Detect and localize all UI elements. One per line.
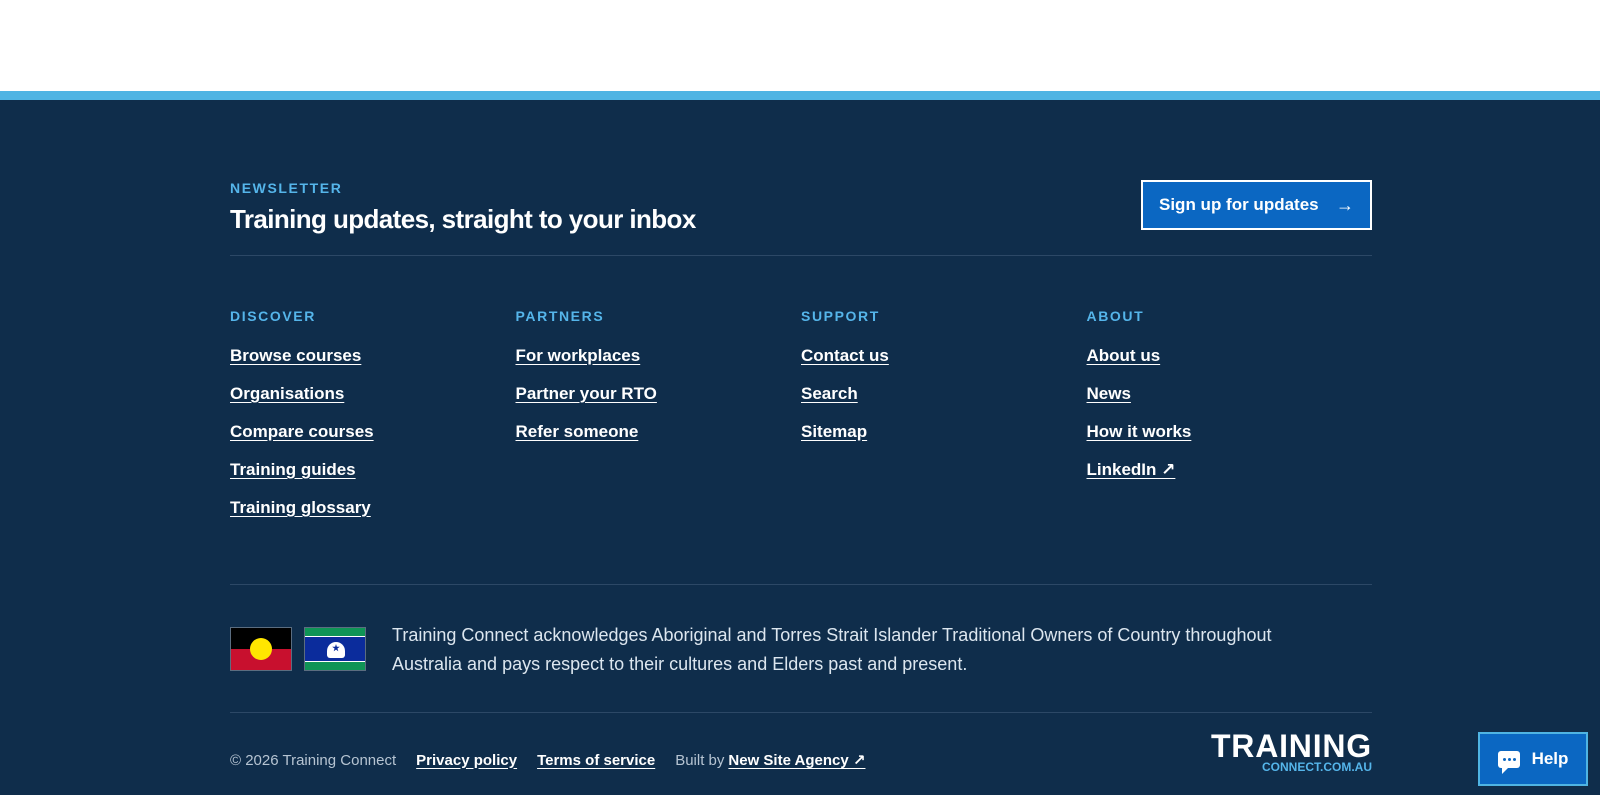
acknowledgement-section: Training Connect acknowledges Aboriginal… (230, 625, 1372, 679)
footer-nav: DISCOVER Browse courses Organisations Co… (230, 308, 1372, 536)
acknowledgement-text: Training Connect acknowledges Aboriginal… (392, 625, 1272, 674)
column-heading: SUPPORT (801, 308, 880, 324)
link-partner-your-rto[interactable]: Partner your RTO (516, 384, 802, 422)
site-footer: NEWSLETTER Training updates, straight to… (0, 91, 1600, 795)
training-connect-logo[interactable]: TRAINING CONNECT.COM.AU (1211, 730, 1372, 773)
link-how-it-works[interactable]: How it works (1087, 422, 1373, 460)
nav-divider (230, 584, 1372, 585)
torres-strait-islander-flag-icon (304, 627, 366, 671)
link-search[interactable]: Search (801, 384, 1087, 422)
link-about-us[interactable]: About us (1087, 346, 1373, 384)
link-contact-us[interactable]: Contact us (801, 346, 1087, 384)
newsletter-divider (230, 255, 1372, 256)
link-for-workplaces[interactable]: For workplaces (516, 346, 802, 384)
signup-button-label: Sign up for updates (1159, 195, 1319, 214)
link-linkedin[interactable]: LinkedIn ↗ (1087, 460, 1373, 498)
signup-button[interactable]: Sign up for updates → (1141, 180, 1372, 230)
link-compare-courses[interactable]: Compare courses (230, 422, 516, 460)
built-by-label: Built by (675, 752, 725, 769)
nav-column-about: ABOUT About us News How it works LinkedI… (1087, 308, 1373, 536)
nav-column-partners: PARTNERS For workplaces Partner your RTO… (516, 308, 802, 536)
footer-bottom-bar: © 2026 Training Connect Privacy policy T… (230, 730, 1372, 780)
chat-bubble-icon (1497, 750, 1520, 774)
link-refer-someone[interactable]: Refer someone (516, 422, 802, 460)
copyright-text: © 2026 Training Connect (230, 751, 397, 769)
link-training-guides[interactable]: Training guides (230, 460, 516, 498)
nav-column-discover: DISCOVER Browse courses Organisations Co… (230, 308, 516, 536)
help-button[interactable]: Help (1478, 732, 1588, 786)
ack-divider (230, 712, 1372, 713)
link-training-glossary[interactable]: Training glossary (230, 498, 516, 536)
link-sitemap[interactable]: Sitemap (801, 422, 1087, 460)
link-browse-courses[interactable]: Browse courses (230, 346, 516, 384)
column-heading: PARTNERS (515, 308, 605, 324)
link-organisations[interactable]: Organisations (230, 384, 516, 422)
aboriginal-flag-icon (230, 627, 292, 671)
built-by: Built by New Site Agency ↗ (675, 751, 865, 769)
help-label: Help (1531, 749, 1569, 768)
terms-of-service-link[interactable]: Terms of service (537, 752, 655, 769)
nav-column-support: SUPPORT Contact us Search Sitemap (801, 308, 1087, 536)
privacy-policy-link[interactable]: Privacy policy (416, 752, 517, 769)
arrow-right-icon: → (1336, 195, 1354, 215)
page-top-area (0, 0, 1600, 91)
column-heading: DISCOVER (230, 308, 316, 324)
logo-main-text: TRAINING (1210, 728, 1372, 764)
agency-link[interactable]: New Site Agency ↗ (728, 752, 865, 769)
newsletter-section: NEWSLETTER Training updates, straight to… (230, 180, 1372, 260)
column-heading: ABOUT (1086, 308, 1145, 324)
link-news[interactable]: News (1087, 384, 1373, 422)
